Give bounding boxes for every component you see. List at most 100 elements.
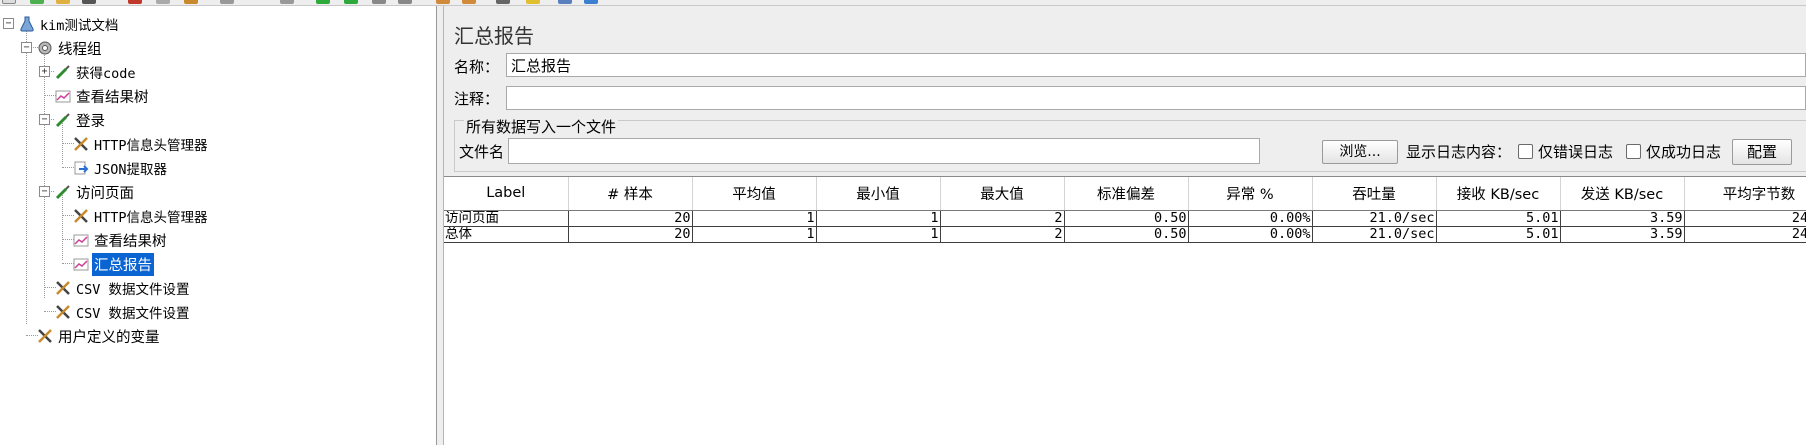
panel-splitter[interactable] [436, 6, 444, 445]
tree-item-listener[interactable]: 查看结果树 [54, 85, 151, 107]
table-cell: 244.7 [1684, 210, 1806, 227]
table-cell: 3.59 [1560, 226, 1685, 243]
tree-item-label: JSON提取器 [94, 162, 168, 178]
copy-icon[interactable] [156, 0, 170, 4]
table-cell: 3.59 [1560, 210, 1685, 227]
save-icon[interactable] [82, 0, 96, 4]
tree-item-label: 登录 [76, 113, 105, 130]
start-no-pause-icon[interactable] [344, 0, 358, 4]
pipette-icon [54, 63, 72, 81]
tree-item-label: 访问页面 [76, 185, 134, 202]
help-icon[interactable] [584, 0, 598, 4]
tree-item-label: 线程组 [58, 41, 102, 58]
clear-all-icon[interactable] [462, 0, 476, 4]
tree-item-config[interactable]: CSV 数据文件设置 [54, 301, 192, 323]
stop-icon[interactable] [372, 0, 386, 4]
browse-button[interactable]: 浏览... [1322, 140, 1398, 164]
tree-item-label: 获得code [76, 66, 136, 82]
reset-search-icon[interactable] [526, 0, 540, 4]
tree-item-test-plan[interactable]: kim测试文档 [18, 13, 120, 35]
pipette-icon [54, 183, 72, 201]
paste-icon[interactable] [184, 0, 198, 4]
column-header-throughput[interactable]: 吞吐量 [1312, 177, 1437, 211]
table-cell: 1 [816, 210, 941, 227]
tree-item-config[interactable]: HTTP信息头管理器 [72, 205, 210, 227]
table-cell: 1 [692, 226, 817, 243]
tree-item-listener[interactable]: 查看结果树 [72, 229, 169, 251]
test-plan-tree: − − + − − kim测试文档 线程组 获得code 查看结果树 登录 HT… [0, 6, 436, 445]
table-cell: 2 [940, 210, 1065, 227]
table-cell: 访问页面 [444, 210, 569, 227]
pipette-icon [54, 111, 72, 129]
table-cell: 1 [816, 226, 941, 243]
collapse-toggle[interactable]: − [3, 18, 14, 29]
checkbox-box[interactable] [1626, 144, 1641, 159]
tree-item-summary-report[interactable]: 汇总报告 [72, 251, 155, 277]
table-cell: 20 [568, 210, 693, 227]
expand-icon[interactable] [220, 0, 234, 4]
tree-item-label: CSV 数据文件设置 [76, 306, 190, 322]
column-header-received[interactable]: 接收 KB/sec [1436, 177, 1561, 211]
tree-item-sampler[interactable]: 获得code [54, 61, 138, 83]
filename-label: 文件名 [459, 143, 505, 161]
templates-icon[interactable] [30, 0, 44, 4]
search-icon[interactable] [496, 0, 510, 4]
cut-icon[interactable] [128, 0, 142, 4]
table-row[interactable]: 访问页面 20 1 1 2 0.50 0.00% 21.0/sec 5.01 3… [444, 210, 1806, 227]
open-icon[interactable] [56, 0, 70, 4]
column-header-min[interactable]: 最小值 [816, 177, 941, 211]
log-content-label: 显示日志内容： [1406, 143, 1512, 161]
table-cell: 0.00% [1188, 226, 1313, 243]
column-header-average[interactable]: 平均值 [692, 177, 817, 211]
collapse-icon[interactable] [280, 0, 294, 4]
wrench-icon [36, 327, 54, 345]
column-header-error-pct[interactable]: 异常 % [1188, 177, 1313, 211]
start-icon[interactable] [316, 0, 330, 4]
wrench-icon [54, 279, 72, 297]
table-cell: 5.01 [1436, 210, 1561, 227]
column-header-label[interactable]: Label [444, 177, 569, 211]
filename-field[interactable] [508, 138, 1260, 164]
column-header-samples[interactable]: # 样本 [568, 177, 693, 211]
configure-button[interactable]: 配置 [1732, 139, 1792, 165]
table-cell: 0.50 [1064, 226, 1189, 243]
new-icon[interactable] [2, 0, 16, 4]
column-header-max[interactable]: 最大值 [940, 177, 1065, 211]
tree-item-sampler[interactable]: 登录 [54, 109, 107, 131]
wrench-icon [54, 303, 72, 321]
clear-icon[interactable] [436, 0, 450, 4]
tree-item-thread-group[interactable]: 线程组 [36, 37, 104, 59]
summary-report-panel: 汇总报告 名称： 注释： 所有数据写入一个文件 文件名 浏览... 显示日志内容… [444, 6, 1806, 445]
expand-toggle[interactable]: + [39, 66, 50, 77]
tree-item-sampler[interactable]: 访问页面 [54, 181, 136, 203]
checkbox-box[interactable] [1518, 144, 1533, 159]
tree-item-config[interactable]: HTTP信息头管理器 [72, 133, 210, 155]
table-cell: 总体 [444, 226, 569, 243]
errors-only-label: 仅错误日志 [1538, 143, 1614, 161]
collapse-toggle[interactable]: − [39, 186, 50, 197]
column-header-sent[interactable]: 发送 KB/sec [1560, 177, 1685, 211]
function-helper-icon[interactable] [558, 0, 572, 4]
table-cell: 1 [692, 210, 817, 227]
tree-item-label: 查看结果树 [94, 233, 167, 250]
table-cell: 0.00% [1188, 210, 1313, 227]
errors-only-checkbox[interactable]: 仅错误日志 [1518, 141, 1613, 162]
wrench-icon [72, 207, 90, 225]
column-header-avg-bytes[interactable]: 平均字节数 [1684, 177, 1806, 211]
column-header-std-dev[interactable]: 标准偏差 [1064, 177, 1189, 211]
tree-item-post-processor[interactable]: JSON提取器 [72, 157, 169, 179]
comment-field[interactable] [506, 86, 1806, 110]
results-table: Label # 样本 平均值 最小值 最大值 标准偏差 异常 % 吞吐量 接收 … [444, 177, 1806, 243]
tree-item-config[interactable]: CSV 数据文件设置 [54, 277, 192, 299]
success-only-checkbox[interactable]: 仅成功日志 [1626, 141, 1721, 162]
tree-item-config[interactable]: 用户定义的变量 [36, 325, 162, 347]
collapse-toggle[interactable]: − [21, 42, 32, 53]
name-field[interactable] [506, 53, 1806, 77]
tree-item-label: HTTP信息头管理器 [94, 138, 208, 154]
table-row[interactable]: 总体 20 1 1 2 0.50 0.00% 21.0/sec 5.01 3.5… [444, 226, 1806, 243]
table-cell: 20 [568, 226, 693, 243]
wrench-icon [72, 135, 90, 153]
table-cell: 244.7 [1684, 226, 1806, 243]
shutdown-icon[interactable] [398, 0, 412, 4]
collapse-toggle[interactable]: − [39, 114, 50, 125]
